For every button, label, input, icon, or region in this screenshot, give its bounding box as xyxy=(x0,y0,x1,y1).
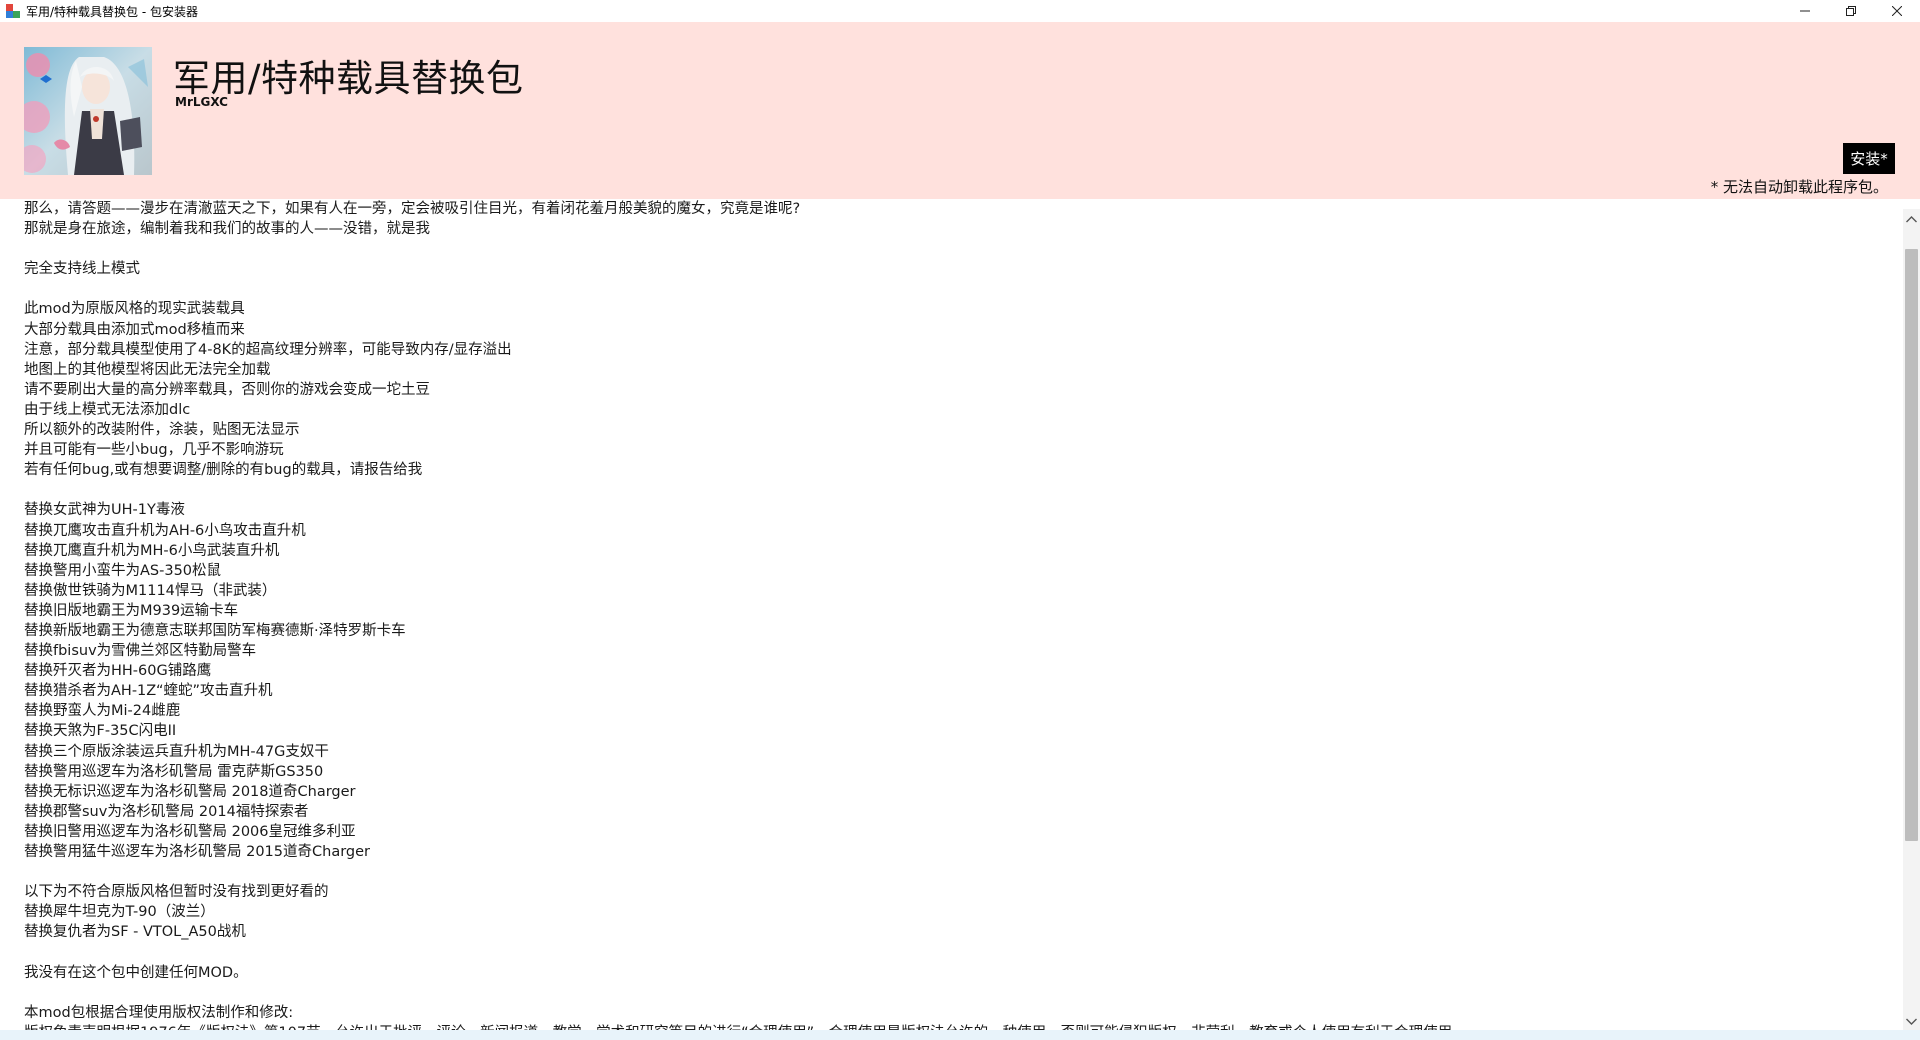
description-line: 替换警用巡逻车为洛杉矶警局 雷克萨斯GS350 xyxy=(24,763,324,780)
vertical-scrollbar[interactable] xyxy=(1903,209,1920,1030)
description-line: 版权免责声明根据1976年《版权法》第107节，允许出于批评、评论、新闻报道、教… xyxy=(24,1023,1903,1030)
description-line: 那么，请答题——漫步在清澈蓝天之下，如果有人在一旁，定会被吸引住目光，有着闭花羞… xyxy=(24,201,801,217)
package-author: MrLGXC xyxy=(175,95,228,109)
description-line: 替换新版地霸王为德意志联邦国防军梅赛德斯·泽特罗斯卡车 xyxy=(24,622,406,639)
description-line: 替换猎杀者为AH-1Z“蝰蛇”攻击直升机 xyxy=(24,683,273,700)
package-header: 军用/特种载具替换包 MrLGXC 安装* * 无法自动卸载此程序包。 xyxy=(0,22,1920,199)
scroll-up-button[interactable] xyxy=(1903,211,1920,228)
scroll-down-icon xyxy=(1906,1018,1917,1025)
description-line: 并且可能有一些小bug，几乎不影响游玩 xyxy=(24,442,284,459)
description-line: 替换警用猛牛巡逻车为洛杉矶警局 2015道奇Charger xyxy=(24,844,371,860)
scroll-down-button[interactable] xyxy=(1903,1013,1920,1030)
install-button[interactable]: 安装* xyxy=(1843,143,1895,174)
package-description: 那么，请答题——漫步在清澈蓝天之下，如果有人在一旁，定会被吸引住目光，有着闭花羞… xyxy=(0,199,1903,1030)
description-line: 注意，部分载具模型使用了4-8K的超高纹理分辨率，可能导致内存/显存溢出 xyxy=(24,341,512,358)
description-line: 地图上的其他模型将因此无法完全加载 xyxy=(24,361,271,378)
description-line xyxy=(24,862,1903,882)
description-line: 替换旧警用巡逻车为洛杉矶警局 2006皇冠维多利亚 xyxy=(24,823,356,840)
package-title: 军用/特种载具替换包 xyxy=(173,57,524,100)
window-controls xyxy=(1782,0,1920,22)
description-line: 完全支持线上模式 xyxy=(24,261,140,278)
description-line: 替换无标识巡逻车为洛杉矶警局 2018道奇Charger xyxy=(24,783,356,800)
description-text: 那么，请答题——漫步在清澈蓝天之下，如果有人在一旁，定会被吸引住目光，有着闭花羞… xyxy=(0,199,1903,1030)
description-line: 若有任何bug,或有想要调整/删除的有bug的载具，请报告给我 xyxy=(24,462,423,479)
close-icon xyxy=(1892,6,1902,16)
description-line: 替换女武神为UH-1Y毒液 xyxy=(24,502,185,519)
description-line: 以下为不符合原版风格但暂时没有找到更好看的 xyxy=(24,884,329,901)
description-line: 由于线上模式无法添加dlc xyxy=(24,401,191,418)
description-line: 请不要刷出大量的高分辨率载具，否则你的游戏会变成一坨土豆 xyxy=(24,381,430,398)
description-line: 替换傲世铁骑为M1114悍马（非武装） xyxy=(24,582,277,599)
restore-icon xyxy=(1846,6,1856,16)
package-cover-image xyxy=(24,47,152,175)
minimize-icon xyxy=(1800,10,1810,12)
restore-button[interactable] xyxy=(1828,0,1874,22)
description-line: 替换天煞为F-35C闪电II xyxy=(24,723,177,740)
description-line: 此mod为原版风格的现实武装载具 xyxy=(24,301,245,318)
package-installer-window: 军用/特种载具替换包 - 包安装器 军用/特种载具替换包 MrLGXC 安装* … xyxy=(0,0,1920,1040)
description-line: 替换复仇者为SF - VTOL_A50战机 xyxy=(24,924,246,941)
description-line: 替换兀鹰直升机为MH-6小鸟武装直升机 xyxy=(24,542,280,559)
description-line: 替换fbisuv为雪佛兰郊区特勤局警车 xyxy=(24,643,257,660)
scrollbar-thumb[interactable] xyxy=(1905,249,1918,841)
description-line: 替换郡警suv为洛杉矶警局 2014福特探索者 xyxy=(24,803,309,820)
description-line: 本mod包根据合理使用版权法制作和修改: xyxy=(24,1004,294,1021)
description-line: 所以额外的改装附件，涂装，贴图无法显示 xyxy=(24,422,300,439)
app-icon xyxy=(6,4,20,18)
description-line: 替换野蛮人为Mi-24雌鹿 xyxy=(24,703,181,720)
description-line xyxy=(24,983,1903,1003)
description-line xyxy=(24,942,1903,962)
description-line xyxy=(24,239,1903,259)
description-line: 替换兀鹰攻击直升机为AH-6小鸟攻击直升机 xyxy=(24,522,306,539)
description-line: 替换三个原版涂装运兵直升机为MH-47G支奴干 xyxy=(24,743,329,760)
description-line: 大部分载具由添加式mod移植而来 xyxy=(24,321,245,338)
description-line: 替换旧版地霸王为M939运输卡车 xyxy=(24,602,239,619)
close-button[interactable] xyxy=(1874,0,1920,22)
uninstall-note: * 无法自动卸载此程序包。 xyxy=(1710,178,1888,196)
description-line: 替换歼灭者为HH-60G铺路鹰 xyxy=(24,663,212,680)
description-line: 替换犀牛坦克为T-90（波兰） xyxy=(24,904,215,921)
description-line: 我没有在这个包中创建任何MOD。 xyxy=(24,964,248,981)
description-line xyxy=(24,279,1903,299)
description-line: 那就是身在旅途，编制着我和我们的故事的人——没错，就是我 xyxy=(24,221,430,238)
scroll-up-icon xyxy=(1906,216,1917,223)
bottom-edge xyxy=(0,1030,1920,1040)
description-line xyxy=(24,480,1903,500)
window-title: 军用/特种载具替换包 - 包安装器 xyxy=(26,4,199,19)
minimize-button[interactable] xyxy=(1782,0,1828,22)
description-line: 替换警用小蛮牛为AS-350松鼠 xyxy=(24,562,222,579)
title-bar: 军用/特种载具替换包 - 包安装器 xyxy=(0,0,1920,22)
